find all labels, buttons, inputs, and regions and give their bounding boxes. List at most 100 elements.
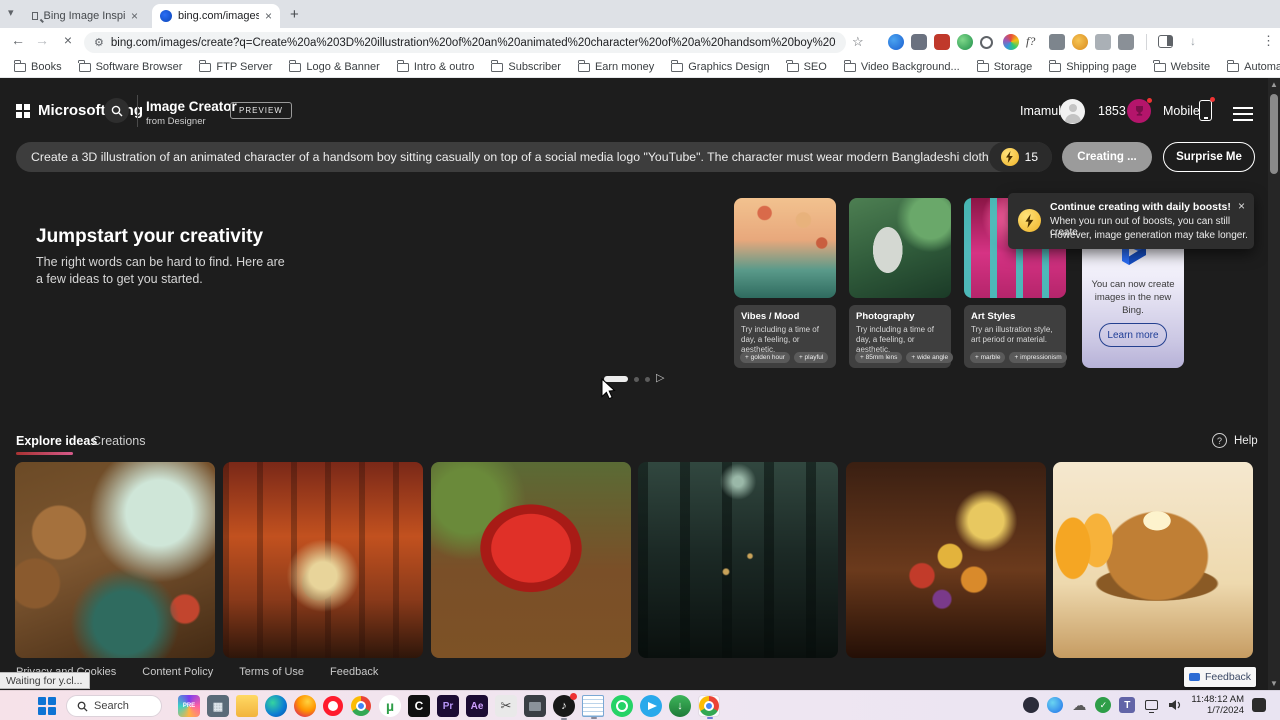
tag-pill[interactable]: + wide angle [906,352,954,363]
volume-icon[interactable] [1167,697,1183,713]
tab-creations[interactable]: Creations [92,434,146,448]
extension-icon-camera[interactable] [1049,34,1065,50]
back-button[interactable]: ← [8,32,28,48]
rewards-medal-icon[interactable] [1127,98,1152,123]
site-settings-icon[interactable]: ⚙ [94,36,104,49]
stop-loading-button[interactable]: × [58,32,78,48]
bookmark-folder[interactable]: FTP Server [199,60,272,73]
tray-app-icon[interactable] [1023,697,1040,713]
rewards-points[interactable]: 1853 [1098,104,1126,118]
carousel-dot[interactable] [634,376,639,382]
tab-close-icon[interactable]: × [265,9,272,23]
bookmark-folder[interactable]: Logo & Banner [289,60,380,73]
network-icon[interactable] [1143,697,1159,713]
bookmark-star-icon[interactable]: ☆ [852,34,864,50]
downloads-icon[interactable]: ↓ [1190,34,1196,48]
tag-pill[interactable]: + golden hour [740,352,790,363]
tab-search-chevron-icon[interactable]: ▾ [8,6,14,19]
tag-pill[interactable]: + playful [793,352,829,363]
onedrive-cloud-icon[interactable]: ☁ [1071,697,1087,713]
idea-card-vibes-mood[interactable]: Vibes / Mood Try including a time of day… [734,305,836,368]
app-icon-pre[interactable]: PRE [178,695,200,717]
microsoft-logo-icon[interactable] [16,104,30,118]
extension-icon-notes[interactable] [1095,34,1111,50]
footer-link-feedback[interactable]: Feedback [330,666,378,678]
footer-link-content-policy[interactable]: Content Policy [142,666,213,678]
bookmark-folder[interactable]: Storage [976,60,1032,73]
carousel-dot[interactable] [645,376,650,382]
bookmark-folder[interactable]: Video Background... [843,60,960,73]
gallery-image-pancakes-juice[interactable] [1053,462,1253,658]
windows-start-button[interactable] [38,697,56,715]
chrome-icon[interactable] [350,695,372,717]
after-effects-icon[interactable]: Ae [466,695,488,717]
learn-more-button[interactable]: Learn more [1099,323,1167,347]
edge-icon[interactable] [265,695,287,717]
idea-card-art-styles[interactable]: Art Styles Try an illustration style, ar… [964,305,1067,368]
bookmark-folder[interactable]: Earn money [577,60,654,73]
forward-button[interactable]: → [32,32,52,48]
prompt-text[interactable]: Create a 3D illustration of an animated … [16,150,989,164]
extension-icon-magnifier[interactable] [980,36,993,49]
file-explorer-icon[interactable] [236,695,258,717]
gallery-image-autumn-cabin[interactable] [223,462,423,658]
page-scrollbar[interactable]: ▲ ▼ [1268,78,1280,690]
tab-close-icon[interactable]: × [131,9,138,23]
feedback-button[interactable]: Feedback [1184,667,1256,687]
capcut-icon[interactable]: C [408,695,430,717]
create-button[interactable]: Creating ... [1062,142,1152,172]
url-text[interactable]: bing.com/images/create?q=Create%20a%203D… [111,37,836,49]
utorrent-icon[interactable]: µ [379,695,401,717]
whatsapp-icon[interactable] [611,695,633,717]
new-tab-button[interactable]: + [290,6,299,23]
bookmark-folder[interactable]: Shipping page [1049,60,1137,73]
mobile-label[interactable]: Mobile [1163,104,1200,118]
user-name[interactable]: Imamul [1020,104,1061,118]
split-screen-icon[interactable] [1158,35,1173,48]
extension-icon-fonts[interactable]: f? [1026,34,1042,50]
prompt-input[interactable]: Create a 3D illustration of an animated … [16,142,1052,172]
tab-explore-ideas[interactable]: Explore ideas [16,434,97,448]
browser-menu-icon[interactable]: ⋮ [1262,33,1275,49]
notepad-icon[interactable] [582,695,604,719]
phone-icon[interactable] [1199,97,1215,121]
scrollbar-up-icon[interactable]: ▲ [1268,80,1280,89]
idea-card-photography[interactable]: Photography Try including a time of day,… [849,305,954,368]
idm-icon[interactable]: ↓ [669,695,691,717]
tab-bing-create[interactable]: bing.com/images/create?q=Cre × [152,4,280,28]
extension-icon-pinwheel[interactable] [1003,34,1019,50]
extension-icon-orange[interactable] [1072,34,1088,50]
bookmark-folder[interactable]: Automatically Adio... [1226,60,1280,73]
firefox-icon[interactable] [294,695,316,717]
bookmark-folder[interactable]: Books [13,60,62,73]
tray-blue-app-icon[interactable] [1047,697,1064,713]
gallery-image-bears-cozy-den[interactable] [15,462,215,658]
extension-icon-gray-box[interactable] [911,34,927,50]
snipping-tool-icon[interactable]: ✂ [495,695,517,717]
header-search-button[interactable] [104,98,129,123]
scrollbar-down-icon[interactable]: ▼ [1268,679,1280,688]
scrollbar-thumb[interactable] [1270,94,1278,174]
telegram-icon[interactable] [640,695,662,717]
screen-capture-icon[interactable] [524,695,546,717]
tag-pill[interactable]: + 85mm lens [855,352,903,363]
extension-icon-red[interactable] [934,34,950,50]
chrome-active-icon[interactable] [698,695,720,719]
premiere-pro-icon[interactable]: Pr [437,695,459,717]
hamburger-menu-icon[interactable] [1233,103,1253,125]
toast-close-icon[interactable]: × [1238,199,1245,213]
bookmark-folder[interactable]: SEO [786,60,827,73]
bookmark-folder[interactable]: Graphics Design [671,60,770,73]
music-app-icon[interactable]: ♪ [553,693,577,720]
bookmark-folder[interactable]: Software Browser [78,60,182,73]
extensions-puzzle-icon[interactable] [1118,34,1134,50]
avatar[interactable] [1060,99,1085,124]
extension-icon-video[interactable] [888,34,904,50]
tab-inspiration-feed[interactable]: Bing Image Inspiration Feed × [24,4,146,28]
taskbar-search[interactable]: Search [66,695,162,717]
bookmark-folder[interactable]: Intro & outro [396,60,474,73]
idea-image-vibes-mood[interactable] [734,198,836,298]
notification-center-icon[interactable] [1252,698,1266,712]
surprise-me-button[interactable]: Surprise Me [1163,142,1255,172]
carousel-play-icon[interactable]: ▷ [656,371,664,384]
